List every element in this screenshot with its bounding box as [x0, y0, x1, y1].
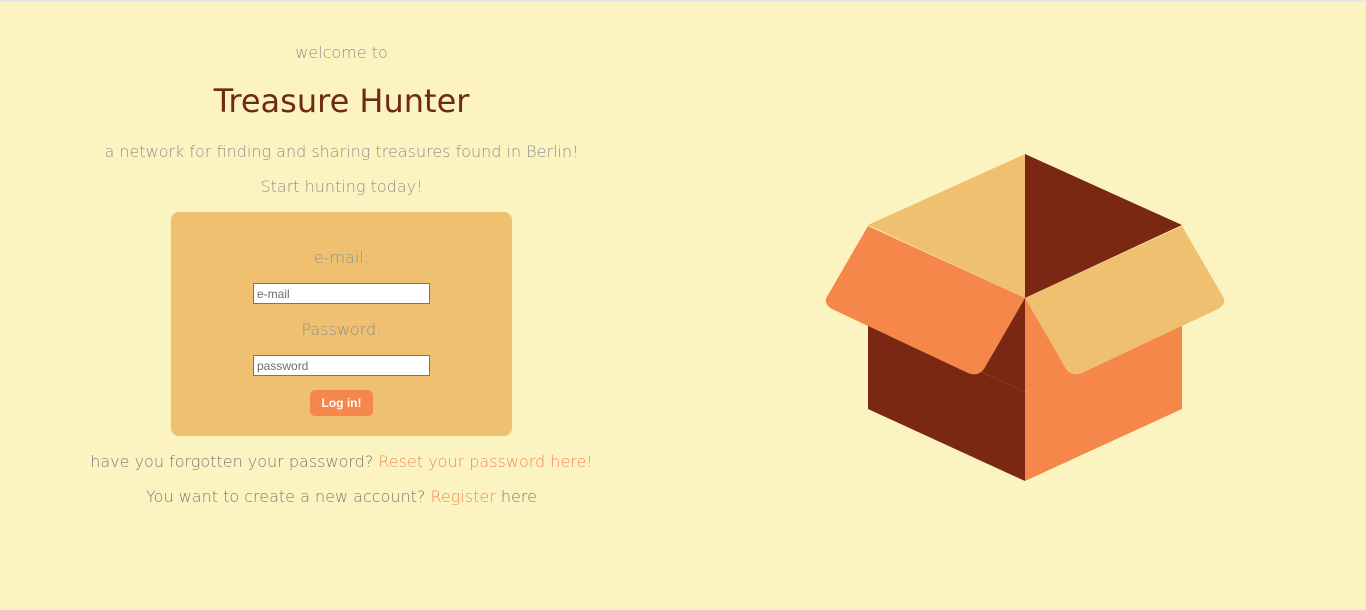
open-box-icon: [825, 154, 1225, 481]
register-text: You want to create a new account?: [146, 487, 426, 506]
welcome-text: welcome to: [295, 43, 388, 62]
email-label: e-mail:: [313, 248, 370, 267]
login-form: e-mail: Password: Log in!: [171, 212, 512, 436]
register-line: You want to create a new account? Regist…: [0, 487, 683, 506]
password-label: Password:: [301, 320, 382, 339]
forgot-password-text: have you forgotten your password?: [90, 452, 374, 471]
register-suffix: here: [500, 487, 537, 506]
register-link[interactable]: Register: [430, 487, 495, 506]
login-panel: welcome to Treasure Hunter a network for…: [0, 2, 683, 610]
subtitle: a network for finding and sharing treasu…: [104, 142, 579, 161]
reset-password-link[interactable]: Reset your password here!: [378, 452, 592, 471]
forgot-password-line: have you forgotten your password? Reset …: [0, 452, 683, 471]
password-field[interactable]: [253, 355, 430, 376]
tagline: Start hunting today!: [260, 177, 423, 196]
page-title: Treasure Hunter: [213, 82, 470, 120]
login-button[interactable]: Log in!: [310, 390, 373, 416]
email-field[interactable]: [253, 283, 430, 304]
